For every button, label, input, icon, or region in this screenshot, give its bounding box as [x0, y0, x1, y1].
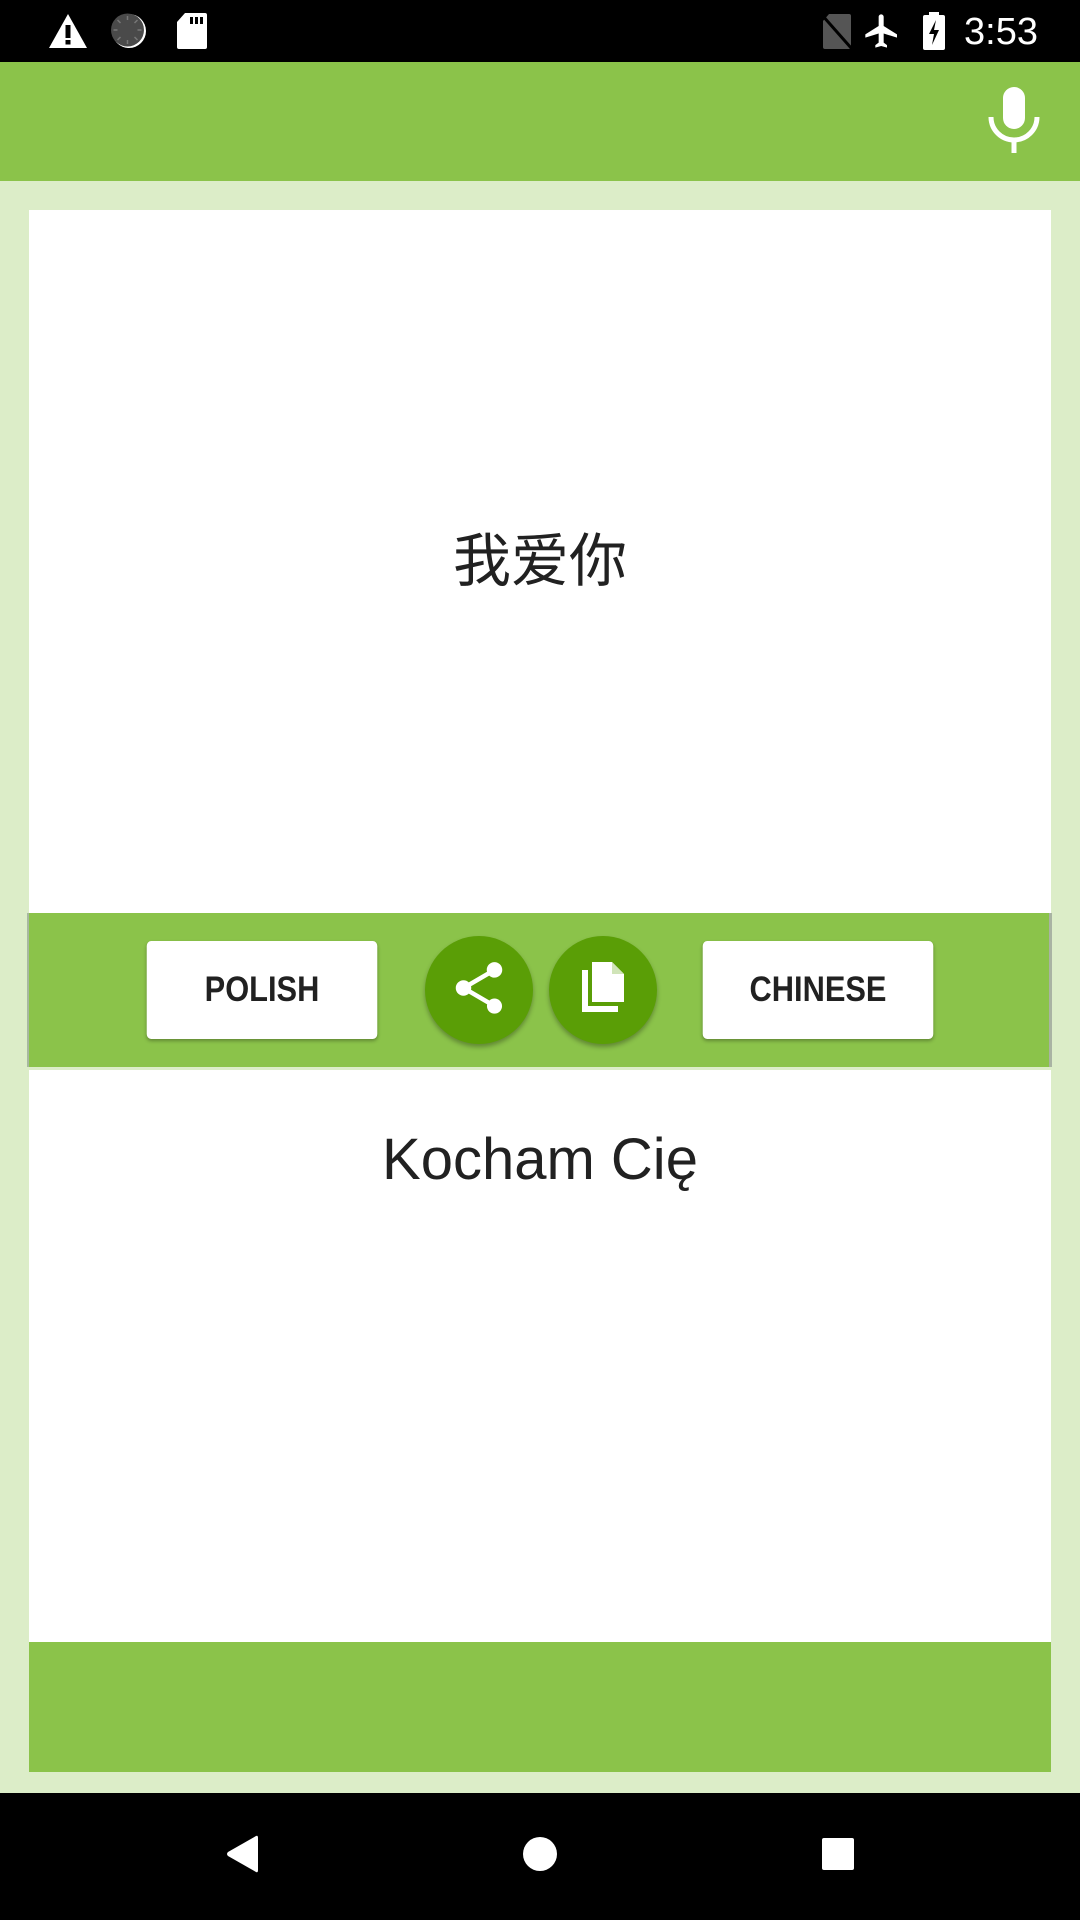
- ad-banner-area: [29, 1642, 1051, 1772]
- sd-card-icon: [176, 0, 208, 62]
- copy-icon: [578, 960, 628, 1021]
- airplane-mode-icon: [862, 0, 902, 62]
- battery-charging-icon: [922, 0, 946, 62]
- source-text-panel[interactable]: 我爱你: [29, 210, 1051, 913]
- app-bar: [0, 62, 1080, 181]
- clock: 3:53: [964, 11, 1038, 53]
- translation-panel: Kocham Cię: [29, 1070, 1051, 1642]
- copy-button[interactable]: [549, 936, 657, 1044]
- recents-icon: [821, 1837, 855, 1876]
- recents-button[interactable]: [778, 1793, 898, 1920]
- sync-progress-icon: [110, 0, 148, 62]
- language-controls: POLISH CHINESE: [27, 913, 1052, 1067]
- back-button[interactable]: [182, 1793, 302, 1920]
- navigation-bar: [0, 1793, 1080, 1920]
- source-language-button[interactable]: POLISH: [146, 941, 378, 1039]
- translation-text: Kocham Cię: [382, 1127, 698, 1192]
- back-icon: [225, 1834, 259, 1879]
- warning-icon: [48, 0, 88, 62]
- mic-button[interactable]: [976, 84, 1052, 160]
- status-bar: 3:53: [0, 0, 1080, 62]
- home-button[interactable]: [480, 1793, 600, 1920]
- home-icon: [522, 1836, 558, 1877]
- share-icon: [448, 957, 510, 1024]
- source-text: 我爱你: [452, 527, 627, 595]
- mic-icon: [988, 86, 1040, 158]
- share-button[interactable]: [425, 936, 533, 1044]
- target-language-button[interactable]: CHINESE: [702, 941, 934, 1039]
- no-sim-icon: [820, 0, 854, 62]
